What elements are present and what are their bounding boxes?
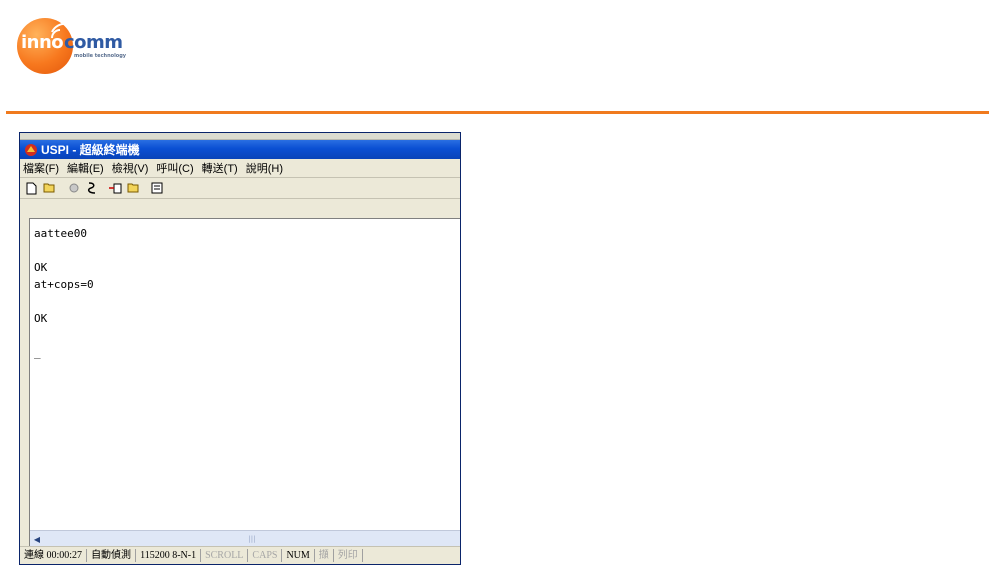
receive-icon[interactable] [126, 181, 141, 195]
disconnect-icon[interactable] [66, 181, 81, 195]
menu-transfer[interactable]: 轉送(T) [202, 160, 238, 176]
terminal-line: OK [34, 261, 48, 274]
status-bar: 連線 00:00:27 自動偵測 115200 8-N-1 SCROLL CAP… [20, 546, 460, 564]
terminal-output[interactable]: aattee00 OK at+cops=0 OK _ [34, 225, 456, 529]
new-icon[interactable] [24, 181, 39, 195]
scroll-grip-icon[interactable]: ||| [248, 534, 256, 544]
status-connected-time: 連線 00:00:27 [20, 549, 88, 562]
send-icon[interactable] [108, 181, 123, 195]
status-caps: CAPS [248, 549, 283, 562]
terminal-line: aattee00 [34, 227, 87, 240]
logo-text-comm: comm [64, 32, 123, 53]
window-title: USPI - 超級終端機 [41, 143, 140, 157]
status-print: 列印 [334, 549, 363, 562]
connect-icon[interactable] [84, 181, 99, 195]
window-titlebar[interactable]: USPI - 超級終端機 [20, 140, 460, 159]
scroll-track[interactable]: ||| [44, 533, 460, 545]
terminal-line: at+cops=0 [34, 278, 94, 291]
menu-view[interactable]: 檢視(V) [112, 160, 149, 176]
logo-text-inno: inno [21, 32, 64, 53]
terminal-cursor: _ [34, 346, 41, 359]
innocomm-logo: inno comm mobile technology [17, 16, 167, 76]
hyperterminal-app-icon [25, 143, 37, 156]
menu-file[interactable]: 檔案(F) [23, 160, 59, 176]
scroll-left-icon[interactable]: ◀ [30, 532, 44, 546]
header-divider [6, 111, 989, 114]
status-auto-detect: 自動偵測 [87, 549, 137, 562]
cropped-window-edge [20, 133, 460, 140]
logo-tagline: mobile technology [74, 53, 127, 59]
menu-help[interactable]: 說明(H) [246, 160, 283, 176]
properties-icon[interactable] [150, 181, 165, 195]
horizontal-scrollbar[interactable]: ◀ ||| [30, 530, 460, 547]
toolbar [20, 178, 460, 199]
open-icon[interactable] [42, 181, 57, 195]
status-num: NUM [282, 549, 315, 562]
status-capture: 擷 [315, 549, 334, 562]
menu-call[interactable]: 呼叫(C) [156, 160, 193, 176]
hyperterminal-window: USPI - 超級終端機 檔案(F) 編輯(E) 檢視(V) 呼叫(C) 轉送(… [19, 132, 461, 565]
menu-bar: 檔案(F) 編輯(E) 檢視(V) 呼叫(C) 轉送(T) 說明(H) [20, 159, 460, 178]
terminal-line: OK [34, 312, 48, 325]
terminal-area[interactable]: aattee00 OK at+cops=0 OK _ ◀ ||| [29, 218, 460, 547]
menu-edit[interactable]: 編輯(E) [67, 160, 104, 176]
status-scroll: SCROLL [201, 549, 249, 562]
status-port-settings: 115200 8-N-1 [136, 549, 202, 562]
